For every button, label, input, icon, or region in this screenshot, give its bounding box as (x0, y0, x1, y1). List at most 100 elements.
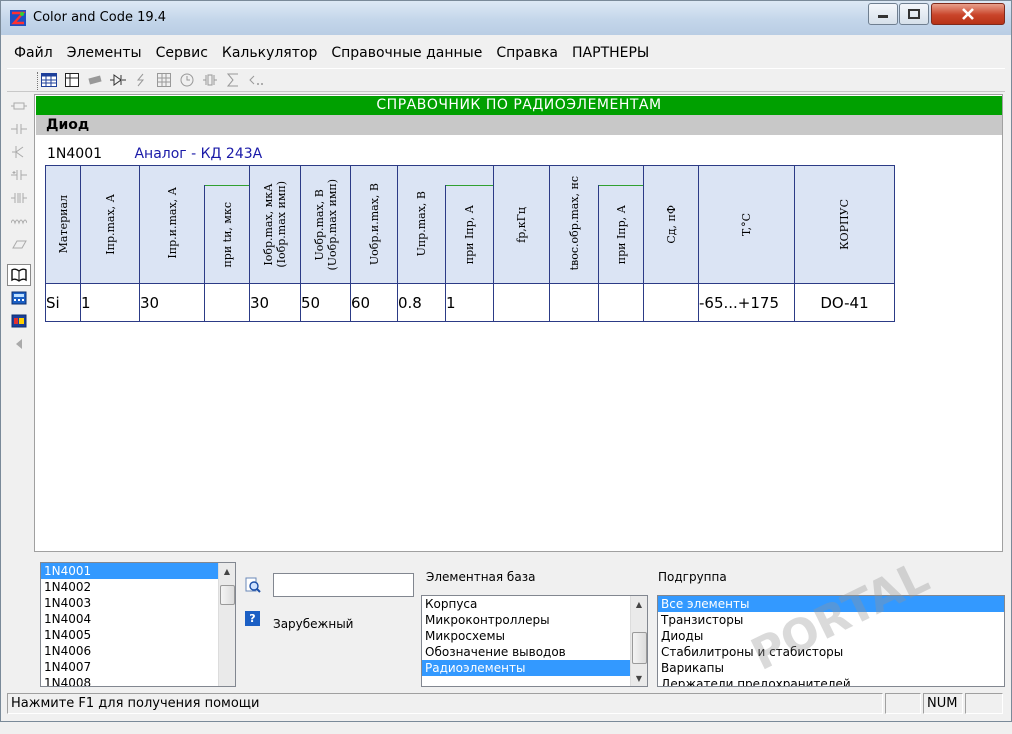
color-code-button[interactable] (7, 310, 31, 332)
list-item[interactable]: Все элементы (658, 596, 1004, 612)
back-button[interactable] (244, 69, 267, 91)
value-ipr-max: 1 (80, 283, 140, 322)
table-view-button[interactable] (37, 69, 60, 91)
minimize-button[interactable] (868, 3, 898, 25)
menu-partners[interactable]: ПАРТНЕРЫ (565, 41, 656, 65)
calculator-button[interactable] (7, 287, 31, 309)
scroll-thumb[interactable] (220, 585, 235, 605)
menu-elements[interactable]: Элементы (60, 41, 149, 65)
spec-header-row: Материал Iпр.max, А Iобр.max, мкА (Iобр.m… (45, 165, 895, 284)
search-button[interactable] (245, 577, 261, 593)
list-item[interactable]: 1N4005 (41, 627, 235, 643)
reference-book-button[interactable] (7, 264, 31, 286)
color-code-icon (11, 314, 27, 328)
list-item[interactable]: Микроконтроллеры (422, 612, 647, 628)
transistor-icon (12, 146, 24, 158)
resistor-button[interactable] (7, 95, 31, 117)
part-title: 1N4001 Аналог - КД 243А (47, 146, 262, 162)
polar-capacitor-button[interactable] (7, 164, 31, 186)
value-uobr-max: 50 (300, 283, 351, 322)
value-upr-max: 0.8 (397, 283, 446, 322)
scroll-down-icon[interactable]: ▼ (631, 670, 647, 686)
crystal-icon (202, 74, 217, 86)
polar-capacitor-icon (11, 170, 27, 180)
varicap-button[interactable] (7, 187, 31, 209)
app-logo-icon (10, 10, 26, 26)
eraser-button[interactable] (7, 233, 31, 255)
menu-file[interactable]: Файл (7, 41, 60, 65)
calculator-icon (11, 291, 27, 305)
list-item[interactable]: 1N4001 (41, 563, 235, 579)
varicap-icon (11, 193, 27, 203)
spec-table: Материал Iпр.max, А Iобр.max, мкА (Iобр.m… (45, 165, 895, 322)
header-at-ipr: при Iпр, А (445, 185, 494, 284)
toolbar-grip[interactable] (37, 72, 40, 90)
header-case: КОРПУС (794, 165, 895, 284)
list-item[interactable]: Радиоэлементы (422, 660, 630, 676)
maximize-button[interactable] (899, 3, 929, 25)
left-arrow-icon (16, 339, 22, 349)
value-at-t-i (204, 283, 250, 322)
inductor-button[interactable] (7, 210, 31, 232)
back-arrow-icon (248, 75, 263, 85)
subgroup-list[interactable]: Все элементы Транзисторы Диоды Стабилитр… (657, 595, 1005, 687)
list-item[interactable]: Микросхемы (422, 628, 647, 644)
reference-panel: СПРАВОЧНИК ПО РАДИОЭЛЕМЕНТАМ Диод 1N4001… (34, 94, 1003, 552)
header-cd: Сд, пФ (643, 165, 699, 284)
list-item[interactable]: Обозначение выводов (422, 644, 647, 660)
list-item[interactable]: Стабилитроны и стабисторы (658, 644, 1004, 660)
header-upr-max-group (397, 165, 494, 186)
part-list[interactable]: 1N4001 1N4002 1N4003 1N4004 1N4005 1N400… (40, 562, 236, 687)
help-icon[interactable]: ? (245, 611, 260, 626)
left-arrow-button[interactable] (7, 333, 31, 355)
window-title: Color and Code 19.4 (33, 10, 167, 25)
list-item[interactable]: 1N4006 (41, 643, 235, 659)
element-base-scrollbar[interactable]: ▲ ▼ (630, 596, 647, 686)
spec-value-row: Si 1 30 30 50 60 0.8 1 -65...+175 DO-41 (45, 283, 895, 322)
search-input[interactable] (273, 573, 414, 597)
timer-button[interactable] (175, 69, 198, 91)
sum-button[interactable] (221, 69, 244, 91)
element-base-list[interactable]: Корпуса Микроконтроллеры Микросхемы Обоз… (421, 595, 648, 687)
header-f-r: fр,кГц (493, 165, 550, 284)
grid-button[interactable] (152, 69, 175, 91)
header-ipr-i-max: Iпр.и.max, А (139, 185, 205, 284)
menu-service[interactable]: Сервис (149, 41, 215, 65)
scroll-up-icon[interactable]: ▲ (219, 563, 235, 579)
foreign-label: Зарубежный (273, 617, 354, 631)
scroll-up-icon[interactable]: ▲ (631, 596, 647, 612)
list-item[interactable]: 1N4004 (41, 611, 235, 627)
part-list-scrollbar[interactable]: ▲ (218, 563, 235, 686)
list-item[interactable]: 1N4008 (41, 675, 235, 686)
part-number: 1N4001 (47, 146, 103, 162)
menu-calculator[interactable]: Калькулятор (215, 41, 324, 65)
list-item[interactable]: 1N4003 (41, 595, 235, 611)
crystal-button[interactable] (198, 69, 221, 91)
list-item[interactable]: Варикапы (658, 660, 1004, 676)
scroll-thumb[interactable] (632, 632, 647, 664)
value-at-ipr2 (598, 283, 644, 322)
menu-reference-data[interactable]: Справочные данные (324, 41, 489, 65)
list-item[interactable]: 1N4002 (41, 579, 235, 595)
menu-help[interactable]: Справка (489, 41, 565, 65)
list-item[interactable]: Диоды (658, 628, 1004, 644)
chip-button[interactable] (83, 69, 106, 91)
close-button[interactable] (931, 3, 1005, 25)
chip-icon (87, 75, 102, 85)
capacitor-button[interactable] (7, 118, 31, 140)
diode-button[interactable] (106, 69, 129, 91)
zener-button[interactable] (129, 69, 152, 91)
status-pane-scroll (965, 693, 1003, 714)
columns-button[interactable] (60, 69, 83, 91)
list-item[interactable]: Держатели предохранителей (658, 676, 1004, 686)
list-item[interactable]: Корпуса (422, 596, 647, 612)
eraser-icon (12, 240, 27, 249)
value-ipr-i-max: 30 (139, 283, 205, 322)
status-help-text: Нажмите F1 для получения помощи (7, 693, 883, 714)
transistor-button[interactable] (7, 141, 31, 163)
minimize-icon (878, 15, 888, 18)
subgroup-label: Подгруппа (658, 570, 727, 584)
toolbar (7, 68, 1005, 92)
list-item[interactable]: Транзисторы (658, 612, 1004, 628)
list-item[interactable]: 1N4007 (41, 659, 235, 675)
